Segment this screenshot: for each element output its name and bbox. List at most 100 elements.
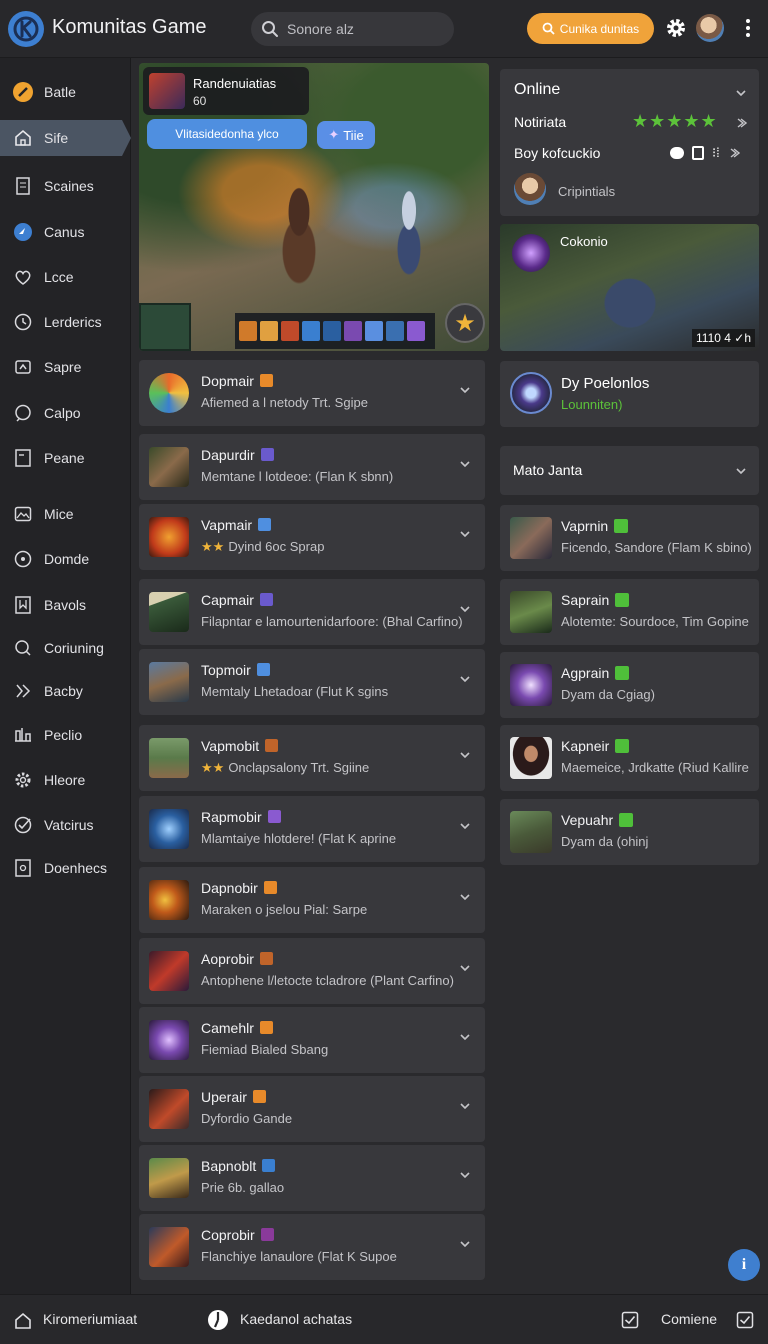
list-item[interactable]: Saprain Alotemte: Sourdoce, Tim Gopine [500, 579, 759, 645]
hero-action-button[interactable]: Vlitasidedonha ylco [147, 119, 307, 149]
item-thumbnail [510, 591, 552, 633]
bottom-right-label[interactable]: Comiene [661, 1311, 717, 1327]
chevron-down-icon[interactable] [459, 962, 471, 974]
chevron-down-icon[interactable] [459, 891, 471, 903]
sidebar-item-mice[interactable]: Mice [0, 496, 131, 532]
chevron-down-icon[interactable] [459, 384, 471, 396]
more-menu-icon[interactable] [738, 16, 758, 40]
item-subtitle: ★★ Onclapsalony Trt. Sgiine [201, 760, 370, 775]
chevron-down-icon[interactable] [459, 1169, 471, 1181]
chevron-down-icon[interactable] [459, 1100, 471, 1112]
list-item[interactable]: Capmair Filapntar e lamourtenidarfoore: … [139, 579, 485, 645]
favorite-star-icon[interactable]: ★ [445, 303, 485, 343]
sidebar-item-lerderics[interactable]: Lerderics [0, 304, 131, 340]
item-title: Vepuahr [561, 812, 634, 828]
sidebar-item-hleore[interactable]: Hleore [0, 762, 131, 798]
chevron-right-icon[interactable] [735, 117, 747, 129]
grid-icon[interactable]: ⁝⁞ [712, 145, 720, 161]
home-icon[interactable] [14, 1312, 32, 1329]
chevron-down-icon[interactable] [459, 458, 471, 470]
chevron-right-icon[interactable] [728, 147, 740, 159]
item-badge [267, 810, 281, 823]
item-subtitle: Fiemiad Bialed Sbang [201, 1042, 329, 1057]
list-item[interactable]: Vaprnin Ficendo, Sandore (Flam K sbino) [500, 505, 759, 571]
search-bar[interactable] [251, 12, 454, 46]
list-item[interactable]: Dapnobir Maraken o jselou Pial: Sarpe [139, 867, 485, 933]
sidebar-item-scaines[interactable]: Scaines [0, 168, 131, 204]
hero-tag-button[interactable]: ✦ Tiie [317, 121, 375, 149]
search-small-icon [542, 22, 555, 35]
item-thumbnail [510, 664, 552, 706]
list-item[interactable]: Uperair Dyfordio Gande [139, 1076, 485, 1142]
video-character-image [580, 264, 680, 351]
sidebar-item-sapre[interactable]: Sapre [0, 349, 131, 385]
bottom-center-label[interactable]: Kaedanol achatas [240, 1311, 352, 1327]
sidebar-item-label: Calpo [44, 405, 81, 421]
sidebar-item-domde[interactable]: Domde [0, 541, 131, 577]
list-item[interactable]: Rapmobir Mlamtaiye hlotdere! (Flat K apr… [139, 796, 485, 862]
hero-info-card[interactable]: Randenuiatias 60 [143, 67, 309, 115]
info-icon[interactable]: i [728, 1249, 760, 1281]
list-item[interactable]: Kapneir Maemeice, Jrdkatte (Riud Kallire [500, 725, 759, 791]
chevron-down-icon[interactable] [459, 1238, 471, 1250]
chevron-down-icon[interactable] [459, 749, 471, 761]
checkbox-icon[interactable] [736, 1311, 754, 1329]
item-title: Vaprnin [561, 518, 629, 534]
app-logo-icon[interactable] [8, 11, 44, 47]
sidebar-item-doenhecs[interactable]: Doenhecs [0, 850, 131, 886]
sidebar-item-calpo[interactable]: Calpo [0, 395, 131, 431]
bars-icon [12, 724, 34, 746]
featured-card[interactable]: Dy Poelonlos Lounniten) [500, 361, 759, 427]
sidebar-item-peclio[interactable]: Peclio [0, 717, 131, 753]
chevron-down-icon[interactable] [459, 673, 471, 685]
search-input[interactable] [287, 21, 437, 37]
list-item[interactable]: Bapnoblt Prie 6b. gallao [139, 1145, 485, 1211]
sidebar-item-vatcirus[interactable]: Vatcirus [0, 807, 131, 843]
clock-icon [12, 311, 34, 333]
user-avatar[interactable] [514, 173, 546, 205]
list-item[interactable]: Camehlr Fiemiad Bialed Sbang [139, 1007, 485, 1073]
list-item[interactable]: Agprain Dyam da Cgiag) [500, 652, 759, 718]
item-subtitle: Dyfordio Gande [201, 1111, 293, 1126]
chevron-down-icon[interactable] [459, 528, 471, 540]
chevron-down-icon[interactable] [459, 1031, 471, 1043]
bottom-left-label[interactable]: Kiromeriumiaat [43, 1311, 137, 1327]
sidebar-item-bacby[interactable]: Bacby [0, 673, 131, 709]
list-item[interactable]: Aoprobir Antophene l/letocte tcladrore (… [139, 938, 485, 1004]
sidebar-item-coriuning[interactable]: Coriuning [0, 630, 131, 666]
chevron-down-icon[interactable] [459, 603, 471, 615]
item-badge [260, 1228, 274, 1241]
list-item[interactable]: Dapurdir Memtane l lotdeoe: (Flan K sbnn… [139, 434, 485, 500]
item-badge [259, 1021, 273, 1034]
checkbox-icon[interactable] [621, 1311, 639, 1329]
item-title: Dapnobir [201, 880, 277, 896]
match-dropdown[interactable]: Mato Janta [500, 446, 759, 495]
hero-game-banner[interactable]: Randenuiatias 60 Vlitasidedonha ylco ✦ T… [139, 63, 489, 351]
list-item[interactable]: Vapmair ★★ Dyind 6oc Sprap [139, 504, 485, 570]
list-item[interactable]: Dopmair Afiemed a l netody Trt. Sgipe [139, 360, 485, 426]
list-item[interactable]: Topmoir Memtaly Lhetadoar (Flut K sgins [139, 649, 485, 715]
chevron-down-icon[interactable] [735, 87, 747, 99]
tablet-icon[interactable] [692, 146, 704, 160]
video-card[interactable]: Cokonio 1110 4 ✓h [500, 224, 759, 351]
dropdown-label: Mato Janta [513, 462, 583, 478]
item-title: Aoprobir [201, 951, 273, 967]
sidebar-item-lcce[interactable]: Lcce [0, 259, 131, 295]
user-avatar[interactable] [696, 14, 724, 42]
item-title: Bapnoblt [201, 1158, 276, 1174]
sidebar-item-batle[interactable]: Batle [0, 74, 131, 110]
sidebar-item-peane[interactable]: Peane [0, 440, 131, 476]
list-item[interactable]: Coprobir Flanchiye lanaulore (Flat K Sup… [139, 1214, 485, 1280]
gear-icon[interactable] [664, 16, 688, 40]
sidebar-item-canus[interactable]: Canus [0, 214, 131, 250]
sidebar-item-label: Scaines [44, 178, 94, 194]
chat-icon[interactable] [670, 147, 684, 159]
community-cta-button[interactable]: Cunika dunitas [527, 13, 654, 44]
heart-icon [12, 266, 34, 288]
sidebar-item-bavols[interactable]: Bavols [0, 587, 131, 623]
chevron-down-icon[interactable] [459, 820, 471, 832]
timer-icon[interactable] [207, 1309, 229, 1331]
sidebar-item-sife[interactable]: Sife [0, 120, 131, 156]
list-item[interactable]: Vepuahr Dyam da (ohinj [500, 799, 759, 865]
list-item[interactable]: Vapmobit ★★ Onclapsalony Trt. Sgiine [139, 725, 485, 791]
